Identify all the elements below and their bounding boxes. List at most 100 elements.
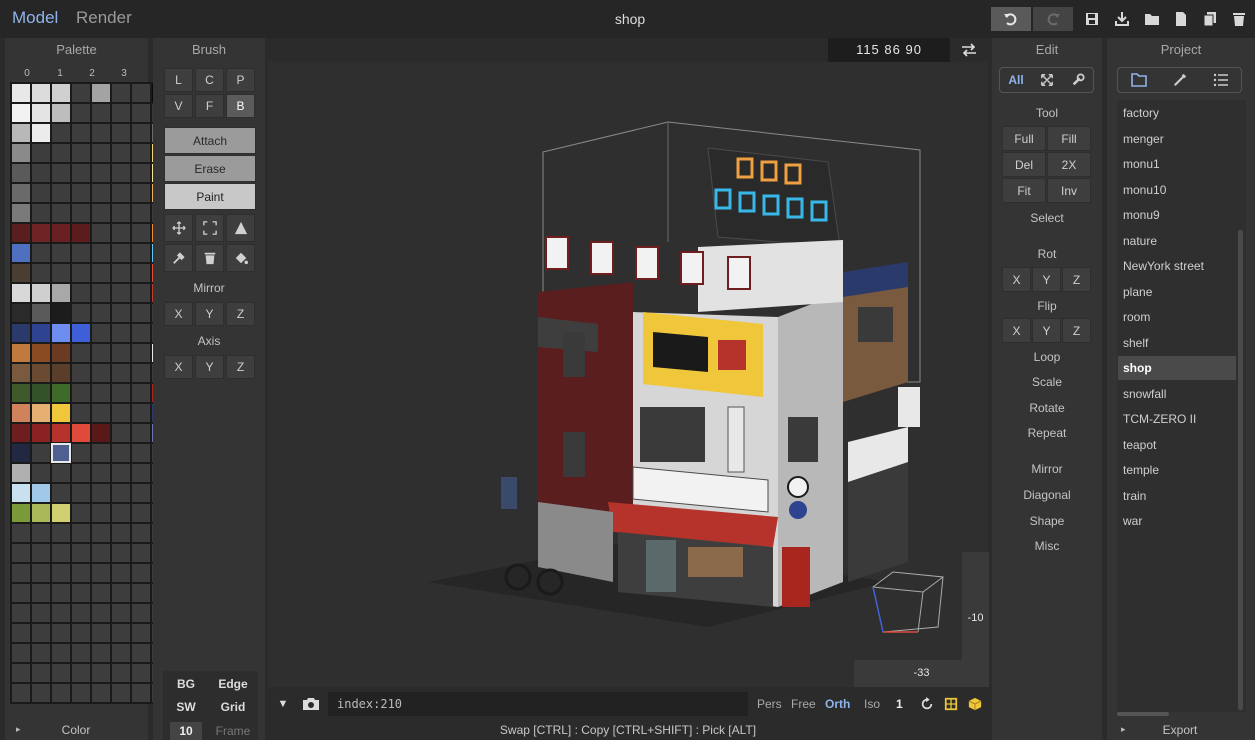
palette-swatch[interactable] [52,664,70,682]
palette-swatch[interactable] [112,624,130,642]
projection-free[interactable]: Free [791,697,816,711]
erase-mode-button[interactable]: Erase [164,155,256,182]
grid-toggle[interactable]: Grid [212,700,254,714]
palette-swatch[interactable] [52,244,70,262]
palette-swatch[interactable] [92,144,110,162]
command-input[interactable]: index:210 [328,692,748,716]
export-label[interactable]: Export [1140,723,1220,737]
palette-swatch[interactable] [112,84,130,102]
projection-iso[interactable]: Iso [864,697,880,711]
palette-swatch[interactable] [52,144,70,162]
palette-swatch[interactable] [52,424,70,442]
palette-swatch[interactable] [112,244,130,262]
palette-swatch[interactable] [132,404,150,422]
palette-swatch[interactable] [32,444,50,462]
project-item[interactable]: teapot [1118,433,1236,457]
palette-swatch[interactable] [72,644,90,662]
rot-x-button[interactable]: X [1002,267,1031,292]
palette-swatch[interactable] [132,384,150,402]
palette-swatch[interactable] [12,564,30,582]
edit-tab-tools[interactable] [1066,70,1090,90]
brush-axis-z[interactable]: Z [226,355,255,379]
palette-swatch[interactable] [132,284,150,302]
palette-swatch[interactable] [92,124,110,142]
palette-swatch[interactable] [92,84,110,102]
palette-swatch[interactable] [12,504,30,522]
palette-swatch[interactable] [72,624,90,642]
palette-swatch[interactable] [92,644,110,662]
palette-swatch[interactable] [92,184,110,202]
palette-swatch[interactable] [32,404,50,422]
palette-swatch[interactable] [132,84,150,102]
expand-arrow-icon[interactable]: ▸ [1121,724,1126,735]
projection-orth[interactable]: Orth [825,697,850,711]
palette-swatch[interactable] [52,84,70,102]
palette-swatch[interactable] [72,204,90,222]
palette-swatch[interactable] [92,444,110,462]
palette-swatch[interactable] [32,164,50,182]
shape-action[interactable]: Shape [992,514,1102,528]
palette-swatch[interactable] [72,404,90,422]
palette-swatch[interactable] [72,544,90,562]
project-item[interactable]: nature [1118,229,1236,253]
palette-swatch[interactable] [92,424,110,442]
palette-swatch[interactable] [12,184,30,202]
palette-swatch[interactable] [52,204,70,222]
palette-swatch[interactable] [132,304,150,322]
palette-swatch[interactable] [132,164,150,182]
project-item[interactable]: menger [1118,127,1236,151]
project-item[interactable]: snowfall [1118,382,1236,406]
rot-z-button[interactable]: Z [1062,267,1091,292]
cube-view-button[interactable] [965,694,985,714]
palette-swatch[interactable] [132,344,150,362]
palette-swatch[interactable] [112,664,130,682]
palette-swatch[interactable] [32,644,50,662]
palette-swatch[interactable] [12,604,30,622]
palette-swatch[interactable] [112,104,130,122]
project-item[interactable]: monu10 [1118,178,1236,202]
attach-mode-button[interactable]: Attach [164,127,256,154]
project-item[interactable]: plane [1118,280,1236,304]
palette-swatch[interactable] [32,364,50,382]
palette-swatch[interactable] [112,604,130,622]
palette-swatch[interactable] [112,444,130,462]
palette-swatch[interactable] [92,664,110,682]
palette-swatch[interactable] [132,544,150,562]
brush-axis-y[interactable]: Y [195,355,224,379]
palette-swatch[interactable] [132,224,150,242]
palette-swatch[interactable] [52,524,70,542]
palette-swatch[interactable] [72,344,90,362]
palette-swatch[interactable] [92,384,110,402]
tool-full-button[interactable]: Full [1002,126,1046,151]
project-tab-brushes[interactable] [1168,70,1192,90]
palette-swatch[interactable] [92,544,110,562]
palette-swatch[interactable] [72,504,90,522]
palette-swatch[interactable] [72,584,90,602]
palette-swatch[interactable] [132,104,150,122]
palette-swatch[interactable] [92,584,110,602]
palette-swatch[interactable] [12,484,30,502]
palette-swatch[interactable] [112,144,130,162]
palette-swatch[interactable] [52,364,70,382]
mirror-action[interactable]: Mirror [992,462,1102,476]
palette-swatch[interactable] [72,684,90,702]
misc-action[interactable]: Misc [992,539,1102,553]
palette-swatch[interactable] [52,464,70,482]
diagonal-action[interactable]: Diagonal [992,488,1102,502]
palette-swatch[interactable] [32,684,50,702]
palette-swatch[interactable] [12,684,30,702]
palette-swatch[interactable] [92,624,110,642]
z-axis-slider[interactable] [962,552,989,660]
palette-swatch[interactable] [52,344,70,362]
palette-swatch[interactable] [72,664,90,682]
palette-swatch[interactable] [32,384,50,402]
palette-swatch[interactable] [72,104,90,122]
edit-tab-transform[interactable] [1035,70,1059,90]
palette-swatch[interactable] [112,184,130,202]
palette-swatch[interactable] [72,484,90,502]
palette-swatch[interactable] [112,284,130,302]
save-button[interactable] [1078,7,1106,31]
palette-swatch[interactable] [112,464,130,482]
palette-swatch[interactable] [92,504,110,522]
palette-swatch[interactable] [12,404,30,422]
